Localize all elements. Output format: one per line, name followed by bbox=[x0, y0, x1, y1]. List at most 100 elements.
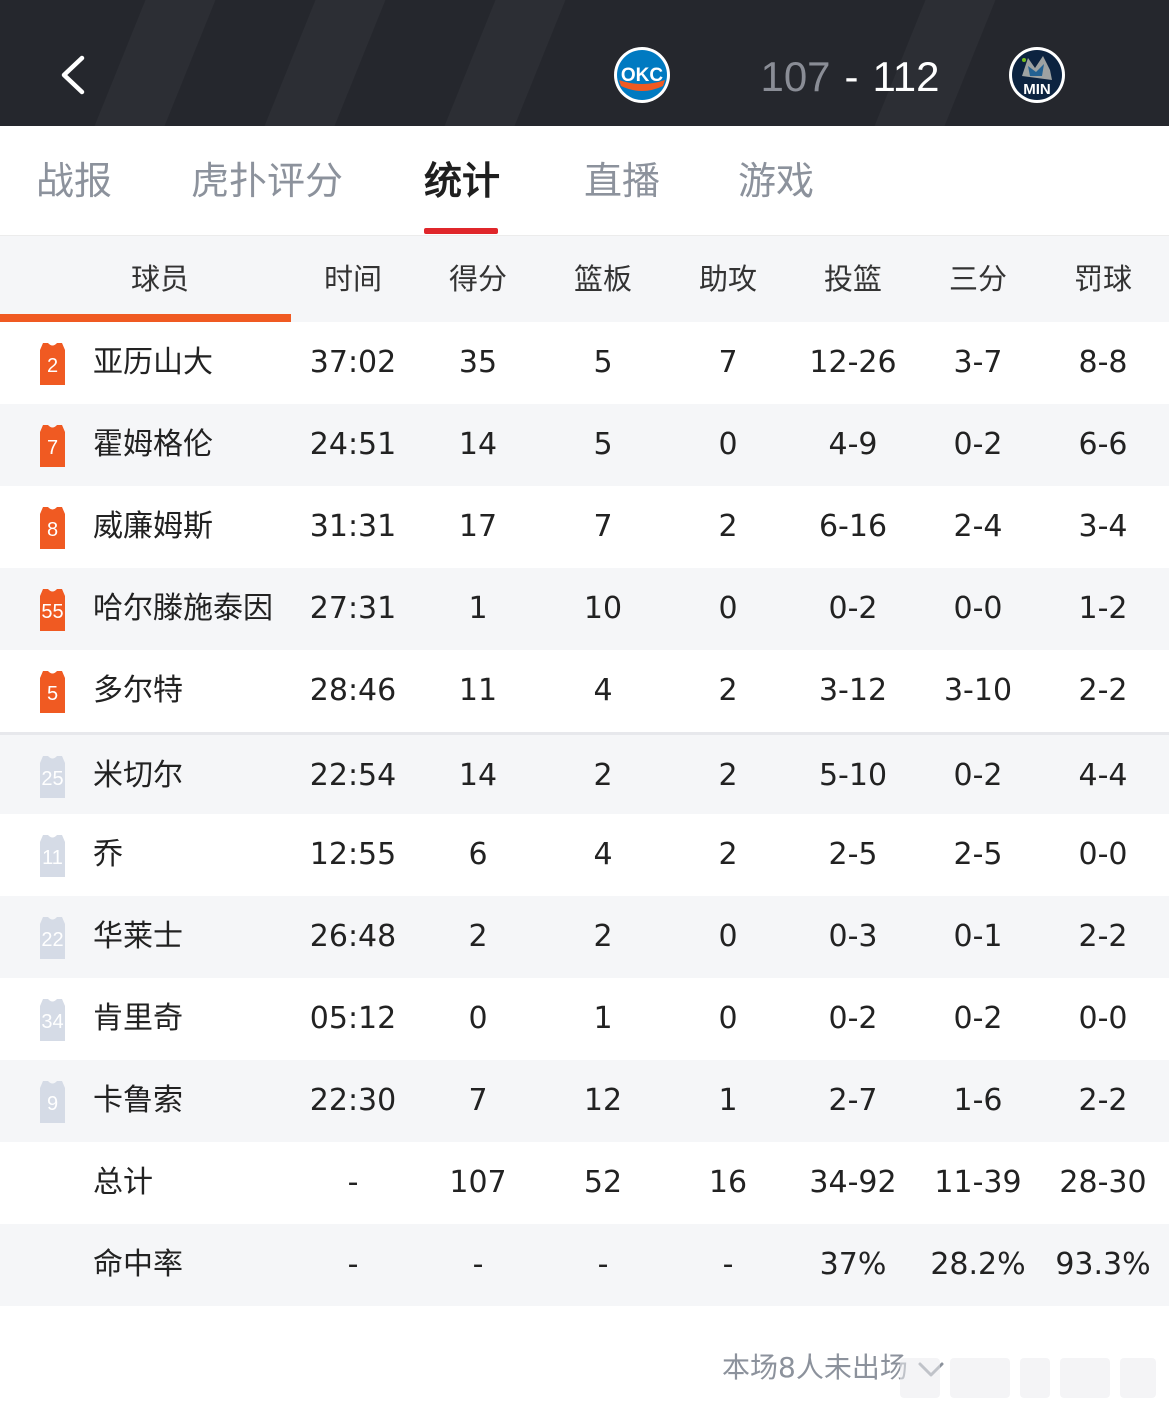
points-cell: 35 bbox=[458, 345, 498, 380]
rebounds-cell: 12 bbox=[583, 1083, 623, 1118]
free-throws-cell: 1-2 bbox=[1078, 591, 1128, 626]
player-row[interactable]: 7 霍姆格伦 24:51 14 5 0 4-9 0-2 6-6 bbox=[0, 404, 1169, 486]
assists-cell: 1 bbox=[718, 1083, 738, 1118]
header-decoration bbox=[265, 0, 386, 126]
free-throws-cell: 0-0 bbox=[1078, 837, 1128, 872]
assists-cell: 0 bbox=[718, 591, 738, 626]
away-team-logo[interactable]: MIN bbox=[1008, 46, 1066, 104]
points-cell: 14 bbox=[458, 427, 498, 462]
rebounds-cell: 5 bbox=[593, 345, 613, 380]
assists-cell: 2 bbox=[718, 837, 738, 872]
field-goals-cell: 2-7 bbox=[828, 1083, 878, 1118]
player-name: 肯里奇 bbox=[93, 1001, 183, 1036]
three-pointers-cell: 0-1 bbox=[953, 919, 1003, 954]
player-row[interactable]: 34 肯里奇 05:12 0 1 0 0-2 0-2 0-0 bbox=[0, 978, 1169, 1060]
player-cell[interactable]: 25 米切尔 bbox=[0, 735, 291, 817]
time-cell: 22:54 bbox=[309, 758, 397, 793]
player-cell[interactable]: 2 亚历山大 bbox=[0, 322, 291, 404]
back-button[interactable] bbox=[50, 44, 100, 106]
free-throws-cell: 8-8 bbox=[1078, 345, 1128, 380]
field-goals-cell: 6-16 bbox=[818, 509, 888, 544]
box-score-page: OKC 107-112 MIN 战报 虎扑评分 统计 直播 游戏 球员 时间 得… bbox=[0, 0, 1169, 1424]
jersey-icon: 22 bbox=[34, 916, 71, 960]
player-cell[interactable]: 34 肯里奇 bbox=[0, 978, 291, 1060]
header-decoration bbox=[445, 0, 566, 126]
points-cell: 14 bbox=[458, 758, 498, 793]
player-cell[interactable]: 11 乔 bbox=[0, 814, 291, 896]
jersey-icon: 5 bbox=[34, 670, 71, 714]
player-cell[interactable]: 8 威廉姆斯 bbox=[0, 486, 291, 568]
player-row[interactable]: 2 亚历山大 37:02 35 5 7 12-26 3-7 8-8 bbox=[0, 322, 1169, 404]
three-pointers-cell: 0-0 bbox=[953, 591, 1003, 626]
jersey-icon: 8 bbox=[34, 506, 71, 550]
rebounds-cell: 1 bbox=[593, 1001, 613, 1036]
column-header-points[interactable]: 得分 bbox=[428, 236, 528, 322]
player-row[interactable]: 11 乔 12:55 6 4 2 2-5 2-5 0-0 bbox=[0, 814, 1169, 896]
column-header-player[interactable]: 球员 bbox=[60, 236, 260, 322]
points-cell: 107 bbox=[449, 1165, 507, 1200]
jersey-number: 25 bbox=[41, 768, 64, 790]
free-throws-cell: 28-30 bbox=[1059, 1165, 1147, 1200]
time-cell: 28:46 bbox=[309, 673, 397, 708]
rebounds-cell: 4 bbox=[593, 673, 613, 708]
column-header-field-goals[interactable]: 投篮 bbox=[793, 236, 913, 322]
rebounds-cell: 5 bbox=[593, 427, 613, 462]
player-cell[interactable]: 22 华莱士 bbox=[0, 896, 291, 978]
column-header-time[interactable]: 时间 bbox=[303, 236, 403, 322]
player-row[interactable]: 25 米切尔 22:54 14 2 2 5-10 0-2 4-4 bbox=[0, 732, 1169, 817]
jersey-icon: 9 bbox=[34, 1080, 71, 1124]
three-pointers-cell: 0-2 bbox=[953, 427, 1003, 462]
player-cell[interactable]: 5 多尔特 bbox=[0, 650, 291, 732]
tab-ratings[interactable]: 虎扑评分 bbox=[191, 156, 343, 206]
watermark-overlay bbox=[900, 1358, 1160, 1398]
time-cell: 12:55 bbox=[309, 837, 397, 872]
jersey-number: 5 bbox=[46, 683, 59, 705]
player-name: 哈尔滕施泰因 bbox=[93, 591, 273, 626]
column-header-free-throws[interactable]: 罚球 bbox=[1043, 236, 1163, 322]
player-row[interactable]: 5 多尔特 28:46 11 4 2 3-12 3-10 2-2 bbox=[0, 650, 1169, 732]
player-name: 亚历山大 bbox=[93, 345, 213, 380]
points-cell: 2 bbox=[468, 919, 488, 954]
player-row[interactable]: 55 哈尔滕施泰因 27:31 1 10 0 0-2 0-0 1-2 bbox=[0, 568, 1169, 650]
jersey-number: 9 bbox=[46, 1093, 59, 1115]
time-cell: 37:02 bbox=[309, 345, 397, 380]
time-cell: 05:12 bbox=[309, 1001, 397, 1036]
column-header-rebounds[interactable]: 篮板 bbox=[553, 236, 653, 322]
player-name: 总计 bbox=[93, 1165, 153, 1200]
tab-live[interactable]: 直播 bbox=[584, 156, 660, 206]
rebounds-cell: 52 bbox=[583, 1165, 623, 1200]
column-header-assists[interactable]: 助攻 bbox=[678, 236, 778, 322]
player-name: 卡鲁索 bbox=[93, 1083, 183, 1118]
player-cell[interactable]: 55 哈尔滕施泰因 bbox=[0, 568, 291, 650]
player-row[interactable]: 9 卡鲁索 22:30 7 12 1 2-7 1-6 2-2 bbox=[0, 1060, 1169, 1142]
away-score: 112 bbox=[872, 53, 940, 100]
game-header: OKC 107-112 MIN bbox=[0, 0, 1169, 126]
player-name: 米切尔 bbox=[93, 758, 183, 793]
three-pointers-cell: 3-7 bbox=[953, 345, 1003, 380]
tab-games[interactable]: 游戏 bbox=[738, 156, 814, 206]
player-row[interactable]: 22 华莱士 26:48 2 2 0 0-3 0-1 2-2 bbox=[0, 896, 1169, 978]
time-cell: - bbox=[347, 1165, 359, 1200]
assists-cell: 0 bbox=[718, 1001, 738, 1036]
time-cell: 26:48 bbox=[309, 919, 397, 954]
player-row[interactable]: 8 威廉姆斯 31:31 17 7 2 6-16 2-4 3-4 bbox=[0, 486, 1169, 568]
player-cell[interactable]: 9 卡鲁索 bbox=[0, 1060, 291, 1142]
points-cell: 17 bbox=[458, 509, 498, 544]
home-team-logo[interactable]: OKC bbox=[613, 46, 671, 104]
tab-stats[interactable]: 统计 bbox=[424, 156, 500, 206]
time-cell: 27:31 bbox=[309, 591, 397, 626]
rebounds-cell: - bbox=[597, 1247, 609, 1282]
tab-report[interactable]: 战报 bbox=[36, 156, 112, 206]
active-tab-indicator bbox=[424, 228, 498, 234]
field-goals-cell: 34-92 bbox=[809, 1165, 897, 1200]
player-name: 华莱士 bbox=[93, 919, 183, 954]
field-goals-cell: 4-9 bbox=[828, 427, 878, 462]
jersey-icon: 11 bbox=[34, 834, 71, 878]
player-cell[interactable]: 7 霍姆格伦 bbox=[0, 404, 291, 486]
field-goals-cell: 12-26 bbox=[809, 345, 897, 380]
field-goals-cell: 0-2 bbox=[828, 1001, 878, 1036]
field-goals-cell: 0-3 bbox=[828, 919, 878, 954]
column-header-three-pointers[interactable]: 三分 bbox=[918, 236, 1038, 322]
jersey-number: 22 bbox=[41, 929, 64, 951]
rebounds-cell: 4 bbox=[593, 837, 613, 872]
